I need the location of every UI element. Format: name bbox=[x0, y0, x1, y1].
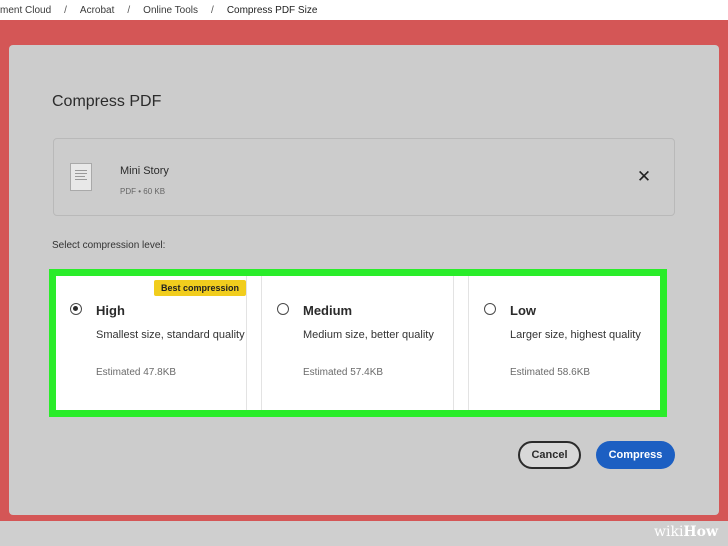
watermark-how: How bbox=[683, 524, 719, 540]
radio-high[interactable] bbox=[70, 303, 82, 315]
option-divider bbox=[246, 276, 247, 410]
option-divider bbox=[261, 276, 262, 410]
option-description: Medium size, better quality bbox=[303, 329, 434, 341]
best-compression-badge: Best compression bbox=[153, 280, 246, 296]
file-card: Mini Story PDF • 60 KB ✕ bbox=[53, 138, 675, 216]
compression-options-highlight: Best compression High Smallest size, sta… bbox=[49, 269, 667, 417]
breadcrumb: ment Cloud / Acrobat / Online Tools / Co… bbox=[0, 0, 728, 20]
option-medium[interactable]: Medium Medium size, better quality Estim… bbox=[263, 276, 453, 410]
option-divider bbox=[468, 276, 469, 410]
option-title: High bbox=[96, 303, 125, 318]
compression-level-label: Select compression level: bbox=[52, 240, 166, 251]
radio-low[interactable] bbox=[484, 303, 496, 315]
wikihow-watermark: wikiHow bbox=[654, 524, 718, 540]
breadcrumb-item-online-tools[interactable]: Online Tools bbox=[143, 5, 198, 16]
option-divider bbox=[453, 276, 454, 410]
breadcrumb-separator: / bbox=[64, 4, 67, 16]
radio-medium[interactable] bbox=[277, 303, 289, 315]
option-estimate: Estimated 47.8KB bbox=[96, 367, 177, 378]
option-title: Medium bbox=[303, 303, 353, 318]
document-thumbnail-icon bbox=[70, 163, 92, 191]
breadcrumb-item-acrobat[interactable]: Acrobat bbox=[80, 5, 114, 16]
page-footer-strip bbox=[0, 521, 728, 546]
compress-dialog: Compress PDF Mini Story PDF • 60 KB ✕ Se… bbox=[9, 45, 719, 515]
option-description: Smallest size, standard quality bbox=[96, 329, 245, 341]
option-high[interactable]: Best compression High Smallest size, sta… bbox=[56, 276, 246, 410]
compress-button[interactable]: Compress bbox=[596, 441, 675, 469]
breadcrumb-item-document-cloud[interactable]: ment Cloud bbox=[0, 5, 51, 16]
file-name: Mini Story bbox=[120, 165, 169, 177]
option-estimate: Estimated 58.6KB bbox=[510, 367, 591, 378]
dialog-title: Compress PDF bbox=[52, 93, 162, 110]
breadcrumb-separator: / bbox=[211, 4, 214, 16]
option-description: Larger size, highest quality bbox=[510, 329, 641, 341]
option-low[interactable]: Low Larger size, highest quality Estimat… bbox=[470, 276, 660, 410]
option-estimate: Estimated 57.4KB bbox=[303, 367, 384, 378]
close-icon[interactable]: ✕ bbox=[634, 167, 654, 187]
breadcrumb-separator: / bbox=[127, 4, 131, 16]
option-title: Low bbox=[510, 303, 536, 318]
file-meta: PDF • 60 KB bbox=[120, 187, 166, 196]
watermark-wiki: wiki bbox=[654, 524, 684, 540]
breadcrumb-item-current: Compress PDF Size bbox=[226, 4, 318, 16]
cancel-button[interactable]: Cancel bbox=[518, 441, 581, 469]
compression-options: Best compression High Smallest size, sta… bbox=[56, 276, 660, 410]
